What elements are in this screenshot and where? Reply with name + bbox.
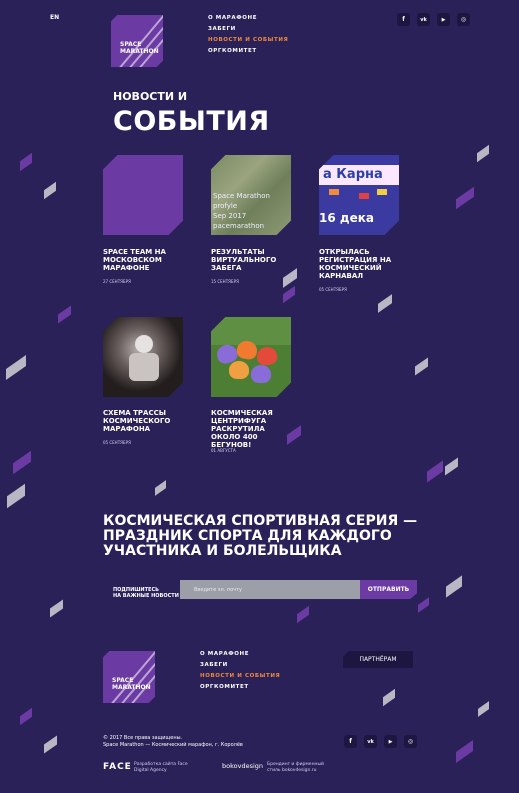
instagram-icon[interactable]: ◎ bbox=[457, 13, 470, 26]
news-card-title[interactable]: КОСМИЧЕСКАЯ ЦЕНТРИФУГА РАСКРУТИЛА ОКОЛО … bbox=[211, 409, 291, 449]
email-input[interactable]: Введите эл. почту bbox=[180, 580, 360, 599]
instagram-icon[interactable]: ◎ bbox=[404, 735, 417, 748]
bokovdesign-logo[interactable]: bokovdesign bbox=[222, 762, 263, 770]
bokovdesign-credit[interactable]: Брендинг и фирменный стиль bokovdesign.r… bbox=[267, 762, 324, 773]
subscribe-button[interactable]: ОТПРАВИТЬ bbox=[360, 580, 417, 599]
decor-shape bbox=[155, 480, 166, 496]
footer-logo[interactable]: SPACE MARATHON bbox=[103, 651, 155, 703]
news-card-image[interactable]: Space Marathon profyle Sep 2017 pacemara… bbox=[211, 155, 291, 235]
decor-shape bbox=[378, 294, 392, 313]
news-card-date: 05 СЕНТЯБРЯ bbox=[103, 440, 131, 445]
youtube-icon[interactable]: ▶ bbox=[384, 735, 397, 748]
decor-shape bbox=[20, 707, 32, 726]
decor-shape bbox=[478, 701, 489, 717]
decor-shape bbox=[427, 460, 443, 483]
news-card-title[interactable]: СХЕМА ТРАССЫ КОСМИЧЕСКОГО МАРАФОНА bbox=[103, 409, 183, 433]
facebook-icon[interactable]: f bbox=[397, 13, 410, 26]
footer-nav-news[interactable]: НОВОСТИ И СОБЫТИЯ bbox=[200, 673, 280, 679]
news-card-image[interactable] bbox=[103, 155, 183, 235]
decor-shape bbox=[283, 285, 295, 304]
youtube-icon[interactable]: ▶ bbox=[437, 13, 450, 26]
nav-item-races[interactable]: ЗАБЕГИ bbox=[208, 26, 288, 32]
decor-shape bbox=[13, 450, 31, 475]
face-credit[interactable]: Разработка сайта Face Digital Agency bbox=[134, 762, 188, 773]
decor-shape bbox=[477, 144, 489, 163]
news-card-image[interactable]: а Карна 16 дека bbox=[319, 155, 399, 235]
decor-shape bbox=[50, 599, 63, 618]
decor-shape bbox=[383, 688, 395, 707]
news-card-date: 01 АВГУСТА bbox=[211, 448, 236, 453]
nav-item-committee[interactable]: ОРГКОМИТЕТ bbox=[208, 48, 288, 54]
facebook-icon[interactable]: f bbox=[344, 735, 357, 748]
decor-shape bbox=[456, 186, 474, 210]
decor-shape bbox=[44, 181, 56, 200]
footer-nav-races[interactable]: ЗАБЕГИ bbox=[200, 662, 280, 668]
decor-shape bbox=[418, 597, 429, 613]
face-logo[interactable]: FACE bbox=[103, 762, 132, 772]
site-logo[interactable]: SPACE MARATHON bbox=[111, 15, 163, 67]
footer-nav: О МАРАФОНЕ ЗАБЕГИ НОВОСТИ И СОБЫТИЯ ОРГК… bbox=[200, 651, 280, 695]
logo-text: SPACE MARATHON bbox=[120, 41, 159, 55]
decor-shape bbox=[446, 575, 462, 598]
image-caption: Space Marathon profyle Sep 2017 pacemara… bbox=[213, 192, 270, 230]
news-card-title[interactable]: РЕЗУЛЬТАТЫ ВИРТУАЛЬНОГО ЗАБЕГА bbox=[211, 248, 291, 272]
footer-nav-about[interactable]: О МАРАФОНЕ bbox=[200, 651, 280, 657]
copyright: © 2017 Все права защищены. Space Maratho… bbox=[103, 735, 243, 748]
decor-shape bbox=[7, 483, 25, 509]
page-title: СОБЫТИЯ bbox=[113, 106, 270, 137]
vk-icon[interactable]: vk bbox=[417, 13, 430, 26]
news-card-image[interactable] bbox=[103, 317, 183, 397]
decor-shape bbox=[44, 735, 57, 754]
decor-shape bbox=[297, 605, 309, 624]
news-card-date: 15 СЕНТЯБРЯ bbox=[211, 279, 239, 284]
nav-item-news[interactable]: НОВОСТИ И СОБЫТИЯ bbox=[208, 37, 288, 43]
decor-shape bbox=[445, 457, 458, 476]
footer-nav-committee[interactable]: ОРГКОМИТЕТ bbox=[200, 684, 280, 690]
decor-shape bbox=[58, 305, 71, 324]
nav-item-about[interactable]: О МАРАФОНЕ bbox=[208, 15, 288, 21]
news-card-title[interactable]: SPACE TEAM НА МОСКОВСКОМ МАРАФОНЕ bbox=[103, 248, 183, 272]
decor-shape bbox=[415, 357, 428, 376]
main-nav: О МАРАФОНЕ ЗАБЕГИ НОВОСТИ И СОБЫТИЯ ОРГК… bbox=[208, 15, 288, 59]
subscribe-label: ПОДПИШИТЕСЬ НА ВАЖНЫЕ НОВОСТИ bbox=[113, 587, 179, 599]
page-title-small: НОВОСТИ И bbox=[113, 90, 188, 103]
logo-text: SPACE MARATHON bbox=[112, 677, 151, 691]
news-card-image[interactable] bbox=[211, 317, 291, 397]
vk-icon[interactable]: vk bbox=[364, 735, 377, 748]
partners-button[interactable]: ПАРТНЁРАМ bbox=[343, 651, 413, 668]
decor-shape bbox=[6, 354, 26, 381]
news-card-date: 05 СЕНТЯБРЯ bbox=[319, 287, 347, 292]
slogan: КОСМИЧЕСКАЯ СПОРТИВНАЯ СЕРИЯ — ПРАЗДНИК … bbox=[103, 513, 418, 559]
decor-shape bbox=[456, 740, 473, 763]
news-card-title[interactable]: ОТКРЫЛАСЬ РЕГИСТРАЦИЯ НА КОСМИЧЕСКИЙ КАР… bbox=[319, 248, 399, 280]
news-card-date: 27 СЕНТЯБРЯ bbox=[103, 279, 131, 284]
language-switch[interactable]: EN bbox=[50, 14, 59, 21]
decor-shape bbox=[20, 152, 32, 172]
